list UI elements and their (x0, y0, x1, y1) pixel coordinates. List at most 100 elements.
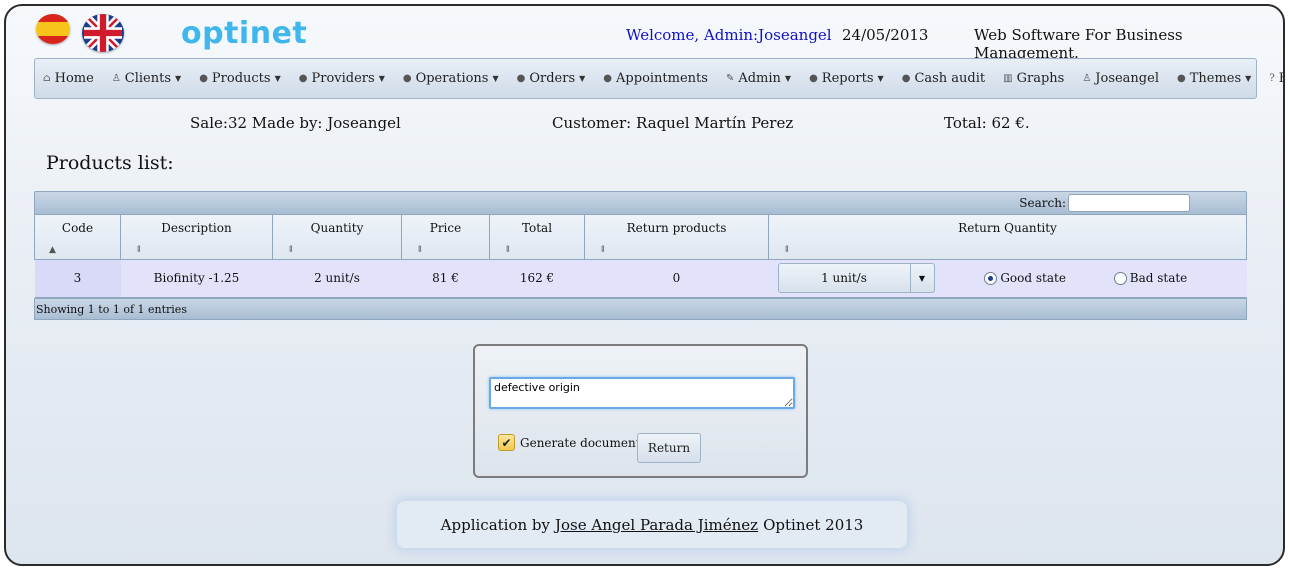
search-input[interactable] (1068, 194, 1190, 212)
sort-icon: ⇕ (287, 244, 295, 255)
bullet-icon: ● (603, 73, 613, 84)
menu-item-providers[interactable]: ● Providers ▼ (299, 71, 385, 86)
cell-return-products: 0 (584, 258, 769, 298)
cell-description: Biofinity -1.25 (120, 258, 273, 298)
good-state-label: Good state (1000, 271, 1066, 285)
menu-item-graphs[interactable]: ▥ Graphs (1003, 71, 1064, 86)
column-header-price[interactable]: Price ⇕ (401, 215, 490, 260)
column-header-code[interactable]: Code ▲ (34, 215, 121, 260)
spain-flag-icon[interactable] (36, 14, 70, 44)
radio-checked-icon (984, 271, 998, 285)
return-button[interactable]: Return (637, 433, 701, 463)
menu-item-clients[interactable]: ♙ Clients ▼ (112, 71, 181, 86)
menu-item-label: Home (54, 71, 94, 86)
caret-down-icon: ▼ (378, 74, 385, 83)
cell-total: 162 € (489, 258, 585, 298)
user-icon: ♙ (1082, 73, 1092, 84)
menu-item-admin[interactable]: ✎ Admin ▼ (726, 71, 791, 86)
return-form: defective origin ✔ Generate document Ret… (473, 344, 808, 478)
caret-down-icon: ▼ (1245, 74, 1252, 83)
caret-down-icon: ▼ (175, 74, 182, 83)
column-label: Code (61, 221, 94, 235)
author-link[interactable]: Jose Angel Parada Jiménez (555, 516, 758, 534)
menu-item-label: Clients (124, 71, 172, 86)
products-table: Code ▲ Description ⇕ Quantity ⇕ Price ⇕ Tota… (34, 215, 1247, 298)
column-header-return-quantity[interactable]: Return Quantity ⇕ (768, 215, 1247, 260)
menu-item-label: Reports (821, 71, 874, 86)
tagline: Web Software For Business Management. (974, 26, 1183, 62)
menu-item-reports[interactable]: ● Reports ▼ (809, 71, 884, 86)
search-label: Search: (1019, 196, 1066, 210)
home-icon: ⌂ (43, 73, 51, 84)
column-header-description[interactable]: Description ⇕ (120, 215, 273, 260)
menu-item-label: Graphs (1016, 71, 1065, 86)
sort-icon: ⇕ (416, 244, 424, 255)
products-list-title: Products list: (46, 152, 174, 174)
menu-item-label: Joseangel (1095, 71, 1159, 86)
caret-down-icon: ▼ (877, 74, 884, 83)
menu-item-appointments[interactable]: ● Appointments (603, 71, 708, 86)
footer: Application by Jose Angel Parada Jiménez… (397, 501, 907, 548)
footer-prefix: Application by (440, 515, 551, 534)
menu-item-joseangel[interactable]: ♙ Joseangel (1082, 71, 1159, 86)
menu-item-orders[interactable]: ● Orders ▼ (517, 71, 586, 86)
caret-down-icon: ▼ (492, 74, 499, 83)
column-label: Description (161, 221, 232, 235)
menu-item-help[interactable]: ? Help (1269, 71, 1283, 86)
wrench-icon: ✎ (725, 73, 735, 84)
uk-flag-icon[interactable] (82, 14, 124, 52)
uk-flag-graphic (82, 14, 124, 52)
column-header-return-products[interactable]: Return products ⇕ (584, 215, 769, 260)
column-label: Return products (626, 221, 727, 235)
table-info: Showing 1 to 1 of 1 entries (34, 298, 1247, 320)
column-label: Price (429, 221, 462, 235)
cell-code: 3 (34, 258, 121, 298)
column-label: Total (521, 221, 553, 235)
bad-state-label: Bad state (1129, 271, 1188, 285)
bad-state-radio[interactable]: Bad state (1113, 271, 1188, 285)
radio-unchecked-icon (1113, 271, 1127, 285)
column-label: Quantity (310, 221, 364, 235)
menu-item-label: Orders (529, 71, 576, 86)
bullet-icon: ● (402, 73, 412, 84)
cell-price: 81 € (401, 258, 490, 298)
help-icon: ? (1269, 73, 1275, 84)
sort-icon: ⇕ (783, 244, 791, 255)
menu-item-label: Admin (738, 71, 781, 86)
good-state-radio[interactable]: Good state (984, 271, 1066, 285)
menu-item-operations[interactable]: ● Operations ▼ (403, 71, 499, 86)
main-menu: ⌂ Home ♙ Clients ▼ ● Products ▼ ● Providers ▼ ● Oper… (34, 58, 1283, 99)
column-header-quantity[interactable]: Quantity ⇕ (272, 215, 402, 260)
sort-asc-icon: ▲ (49, 244, 56, 255)
menu-item-label: Cash audit (914, 71, 986, 86)
table-row: 3 Biofinity -1.25 2 unit/s 81 € 162 € 0 … (34, 258, 1247, 298)
return-quantity-select[interactable]: 1 unit/s ▼ (777, 263, 935, 293)
column-header-total[interactable]: Total ⇕ (489, 215, 585, 260)
menu-item-label: Products (211, 71, 271, 86)
welcome-text: Welcome, Admin:Joseangel (626, 26, 832, 44)
menu-item-themes[interactable]: ● Themes ▼ (1177, 71, 1251, 86)
menu-item-products[interactable]: ● Products ▼ (199, 71, 281, 86)
bullet-icon: ● (901, 73, 911, 84)
bullet-icon: ● (809, 73, 818, 84)
bullet-icon: ● (199, 73, 208, 84)
cell-quantity: 2 unit/s (272, 258, 402, 298)
sale-info: Sale:32 Made by: Joseangel (190, 114, 401, 132)
customer-info: Customer: Raquel Martín Perez (552, 114, 794, 132)
bullet-icon: ● (516, 73, 526, 84)
sale-total: Total: 62 €. (944, 114, 1030, 132)
bullet-icon: ● (1176, 73, 1186, 84)
sort-icon: ⇕ (504, 244, 512, 255)
menu-item-cash-audit[interactable]: ● Cash audit (902, 71, 985, 86)
column-label: Return Quantity (958, 221, 1057, 235)
menu-item-home[interactable]: ⌂ Home (43, 71, 94, 86)
caret-down-icon: ▼ (274, 74, 281, 83)
user-icon: ♙ (111, 73, 121, 84)
menu-item-label: Help (1279, 71, 1283, 86)
checkbox-checked-icon[interactable]: ✔ (498, 434, 515, 451)
chart-icon: ▥ (1003, 73, 1013, 84)
return-reason-textarea[interactable]: defective origin (489, 377, 795, 409)
sort-icon: ⇕ (135, 244, 143, 255)
sort-icon: ⇕ (599, 244, 607, 255)
generate-document-option[interactable]: ✔ Generate document (498, 434, 641, 451)
